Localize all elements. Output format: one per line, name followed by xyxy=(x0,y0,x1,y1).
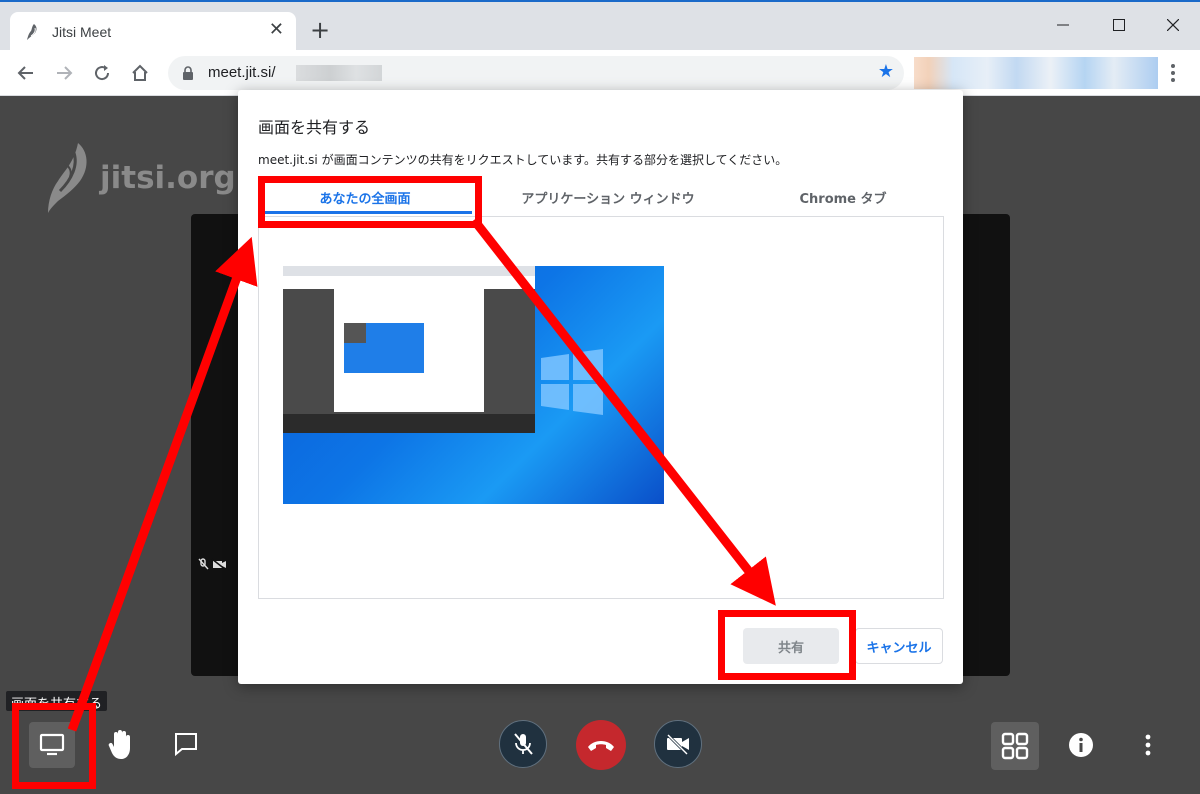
home-icon[interactable] xyxy=(128,61,152,85)
maximize-icon[interactable] xyxy=(1096,10,1142,40)
minimize-icon[interactable] xyxy=(1040,10,1086,40)
camera-off-icon xyxy=(666,733,689,755)
chat-icon xyxy=(175,733,197,757)
more-icon xyxy=(1145,734,1151,756)
dialog-title: 画面を共有する xyxy=(258,118,371,137)
hangup-button[interactable] xyxy=(576,720,626,770)
jitsi-logo-text: jitsi.org xyxy=(100,160,236,196)
new-tab-button[interactable]: + xyxy=(310,18,330,42)
windows-logo-icon xyxy=(541,349,603,415)
cancel-button[interactable]: キャンセル xyxy=(855,628,943,664)
source-picker-panel xyxy=(258,216,944,599)
browser-tab[interactable]: Jitsi Meet ✕ xyxy=(10,12,296,52)
annotation-box-entire-screen-tab xyxy=(258,176,482,228)
forward-icon[interactable] xyxy=(52,61,76,85)
hangup-icon xyxy=(588,741,614,751)
tile-view-icon xyxy=(1001,732,1029,760)
more-actions-button[interactable] xyxy=(1137,730,1159,760)
thumbnail-browser-window xyxy=(283,266,535,433)
browser-menu-icon[interactable] xyxy=(1168,62,1178,84)
extensions-redacted xyxy=(914,57,1158,89)
tab-chrome-tab[interactable]: Chrome タブ xyxy=(744,188,942,214)
bookmark-star-icon[interactable]: ★ xyxy=(878,63,894,81)
close-window-icon[interactable] xyxy=(1150,10,1196,40)
screen-thumbnail[interactable] xyxy=(283,266,664,504)
tile-mic-off-icon xyxy=(198,558,209,570)
info-icon xyxy=(1069,733,1093,757)
reload-icon[interactable] xyxy=(90,61,114,85)
tile-view-button[interactable] xyxy=(991,722,1039,770)
back-icon[interactable] xyxy=(14,61,38,85)
info-button[interactable] xyxy=(1066,730,1096,760)
raise-hand-button[interactable] xyxy=(104,726,140,762)
url-redacted xyxy=(296,65,382,81)
camera-button[interactable] xyxy=(654,720,702,768)
mute-button[interactable] xyxy=(499,720,547,768)
jitsi-logo: jitsi.org xyxy=(44,141,236,215)
mic-off-icon xyxy=(514,733,533,755)
address-bar[interactable]: meet.jit.si/ ★ xyxy=(168,56,904,90)
url-text: meet.jit.si/ xyxy=(208,64,276,81)
jitsi-favicon-icon xyxy=(27,24,37,40)
lock-icon xyxy=(183,66,193,80)
browser-tab-bar: Jitsi Meet ✕ + xyxy=(0,0,1200,52)
jitsi-leaf-icon xyxy=(48,143,87,213)
tab-close-icon[interactable]: ✕ xyxy=(269,21,284,39)
tile-status-icons xyxy=(198,558,228,573)
tab-title: Jitsi Meet xyxy=(52,24,112,40)
tab-application-window[interactable]: アプリケーション ウィンドウ xyxy=(472,188,744,214)
annotation-box-share-button xyxy=(718,610,856,680)
tile-camera-off-icon xyxy=(211,558,227,571)
annotation-box-share-screen xyxy=(12,703,96,789)
dialog-description: meet.jit.si が画面コンテンツの共有をリクエストしています。共有する部… xyxy=(258,153,788,167)
chat-button[interactable] xyxy=(168,726,204,762)
raise-hand-icon xyxy=(108,730,130,759)
